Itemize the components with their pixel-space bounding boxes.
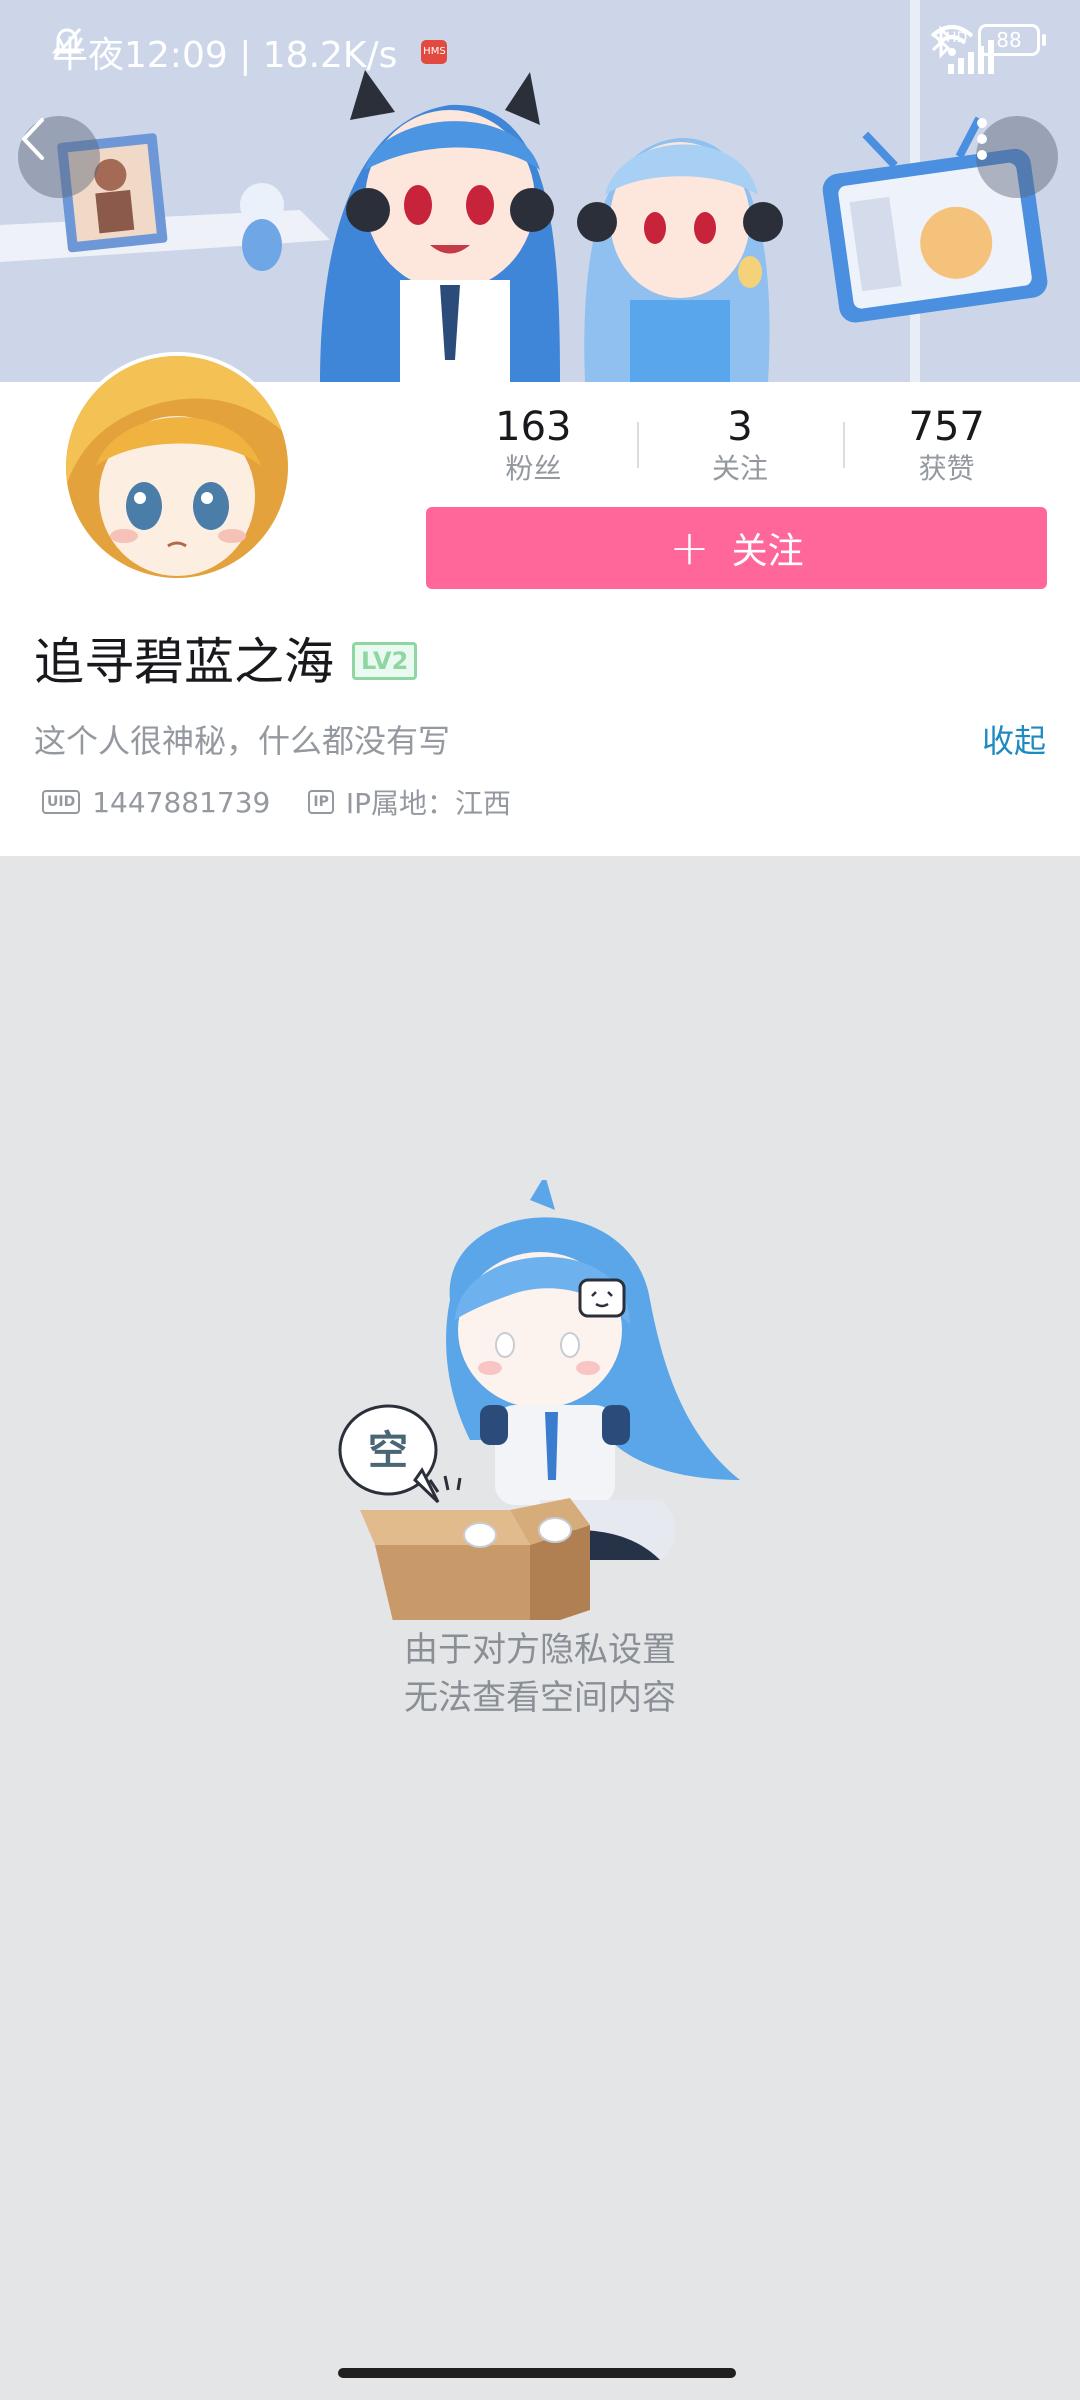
bubble-text: 空 bbox=[368, 1428, 408, 1474]
more-options-button[interactable] bbox=[976, 116, 1058, 198]
hms-icon: HMS bbox=[421, 40, 448, 64]
empty-state-illustration: 空 bbox=[330, 1175, 750, 1630]
stat-value: 163 bbox=[495, 404, 572, 450]
ip-icon: IP bbox=[308, 790, 334, 814]
uid-icon: UID bbox=[42, 790, 81, 814]
stat-label: 关注 bbox=[712, 452, 769, 485]
avatar[interactable] bbox=[62, 352, 292, 582]
battery-icon: 88 bbox=[978, 24, 1046, 56]
meta-row: UID 1447881739 IP IP属地：江西 bbox=[42, 782, 511, 822]
stat-value: 757 bbox=[908, 404, 985, 450]
stat-following[interactable]: 3 关注 bbox=[636, 402, 844, 492]
stat-followers[interactable]: 163 粉丝 bbox=[430, 402, 637, 492]
status-bar: 半夜12:09 | 18.2K/s HMS HD 88 bbox=[0, 0, 1080, 100]
plus-icon: + bbox=[669, 520, 710, 576]
username: 追寻碧蓝之海 bbox=[34, 633, 334, 691]
profile-card: 163 粉丝 3 关注 757 获赞 + 关注 追寻碧蓝之海 LV2 这个人很神… bbox=[0, 352, 1080, 856]
profile-banner: 半夜12:09 | 18.2K/s HMS HD 88 bbox=[0, 0, 1080, 382]
level-badge: LV2 bbox=[352, 642, 418, 680]
stats-row: 163 粉丝 3 关注 757 获赞 bbox=[430, 402, 1050, 492]
name-row: 追寻碧蓝之海 LV2 bbox=[34, 622, 418, 694]
back-button[interactable] bbox=[18, 116, 100, 198]
home-indicator[interactable] bbox=[338, 2368, 736, 2378]
ip-location-text: IP属地：江西 bbox=[345, 787, 511, 820]
empty-state-line-2: 无法查看空间内容 bbox=[404, 1678, 676, 1718]
uid-text[interactable]: 1447881739 bbox=[92, 786, 270, 819]
status-time: 半夜12:09 | 18.2K/s bbox=[52, 35, 398, 76]
stat-label: 粉丝 bbox=[505, 452, 562, 485]
stat-value: 3 bbox=[727, 404, 753, 450]
collapse-link[interactable]: 收起 bbox=[982, 716, 1046, 762]
more-vertical-icon bbox=[977, 118, 987, 160]
chevron-left-icon bbox=[22, 118, 44, 160]
avatar-image bbox=[66, 356, 288, 578]
empty-state-line-1: 由于对方隐私设置 bbox=[404, 1630, 676, 1670]
follow-button-label: 关注 bbox=[731, 531, 804, 572]
bio-text: 这个人很神秘，什么都没有写 bbox=[34, 722, 451, 760]
stat-label: 获赞 bbox=[918, 452, 975, 485]
stat-likes[interactable]: 757 获赞 bbox=[843, 402, 1050, 492]
follow-button[interactable]: + 关注 bbox=[426, 507, 1047, 589]
